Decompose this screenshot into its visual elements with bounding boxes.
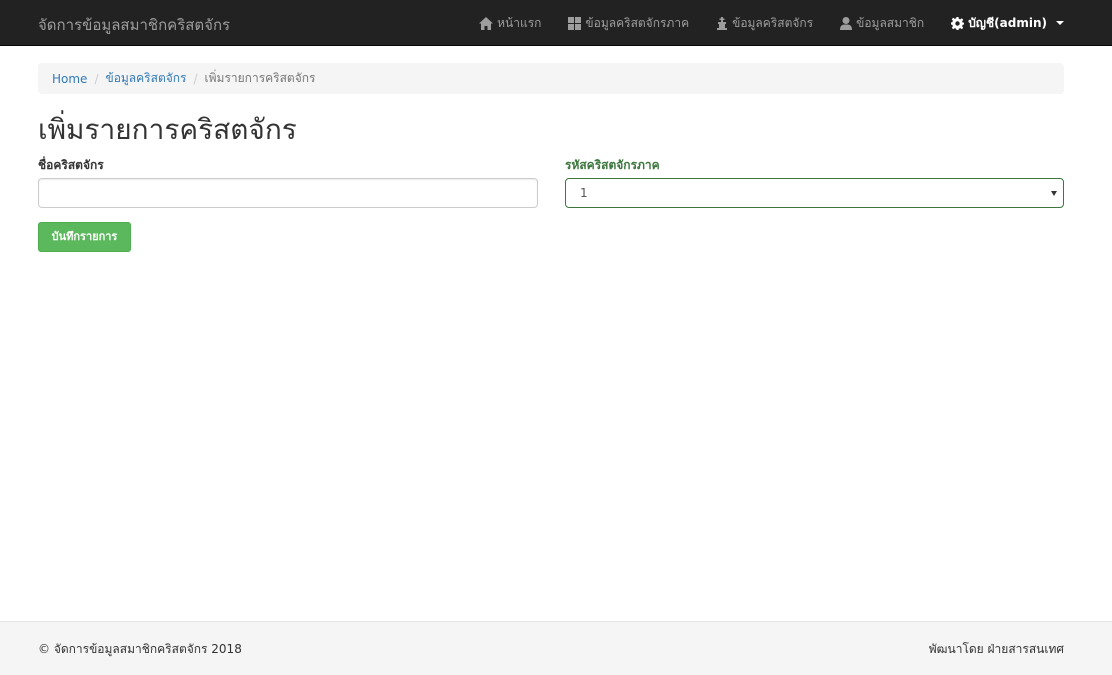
nav-item-regions[interactable]: ข้อมูลคริสตจักรภาค — [568, 14, 689, 33]
footer-copyright: © จัดการข้อมูลสมาชิกคริสตจักร 2018 — [38, 642, 242, 656]
church-name-label: ชื่อคริสตจักร — [38, 158, 104, 172]
footer: © จัดการข้อมูลสมาชิกคริสตจักร 2018 พัฒนา… — [0, 621, 1112, 675]
caret-down-icon — [1056, 21, 1064, 25]
church-name-input[interactable] — [38, 178, 538, 208]
save-button[interactable]: บันทึกรายการ — [38, 222, 131, 252]
nav-item-home[interactable]: หน้าแรก — [479, 14, 541, 33]
brand-link[interactable]: จัดการข้อมูลสมาชิกคริสตจักร — [38, 13, 230, 37]
nav-menu: หน้าแรก ข้อมูลคริสตจักรภาค ข้อมูลคริสตจั… — [452, 0, 1064, 46]
region-code-value: 1 — [580, 186, 588, 200]
nav-item-label: ข้อมูลคริสตจักรภาค — [585, 15, 690, 30]
nav-item-account[interactable]: บัญชี(admin) — [951, 14, 1064, 33]
top-navbar: จัดการข้อมูลสมาชิกคริสตจักร หน้าแรก ข้อม… — [0, 0, 1112, 46]
breadcrumb: Home / ข้อมูลคริสตจักร / เพิ่มรายการคริส… — [38, 63, 1064, 94]
nav-item-churches[interactable]: ข้อมูลคริสตจักร — [716, 14, 813, 33]
grid-icon — [568, 16, 582, 30]
nav-item-label: หน้าแรก — [497, 15, 542, 30]
nav-item-label: ข้อมูลคริสตจักร — [732, 15, 814, 30]
church-icon — [717, 16, 728, 30]
home-icon — [479, 16, 494, 30]
nav-item-label: ข้อมูลสมาชิก — [856, 15, 925, 30]
user-icon — [840, 16, 853, 30]
breadcrumb-separator: / — [94, 71, 99, 86]
region-code-select[interactable]: 1 — [565, 178, 1064, 208]
account-label: บัญชี(admin) — [968, 15, 1047, 30]
breadcrumb-home-link[interactable]: Home — [52, 72, 87, 86]
nav-item-members[interactable]: ข้อมูลสมาชิก — [840, 14, 924, 33]
gear-icon — [951, 16, 965, 30]
footer-credit: พัฒนาโดย ฝ่ายสารสนเทศ — [928, 642, 1064, 656]
breadcrumb-current: เพิ่มรายการคริสตจักร — [204, 71, 316, 85]
region-code-label: รหัสคริสตจักรภาค — [565, 158, 660, 172]
breadcrumb-churches-link[interactable]: ข้อมูลคริสตจักร — [105, 69, 186, 88]
page-title: เพิ่มรายการคริสตจักร — [38, 113, 297, 146]
breadcrumb-separator: / — [193, 71, 198, 86]
dropdown-arrow-icon — [1051, 191, 1057, 196]
